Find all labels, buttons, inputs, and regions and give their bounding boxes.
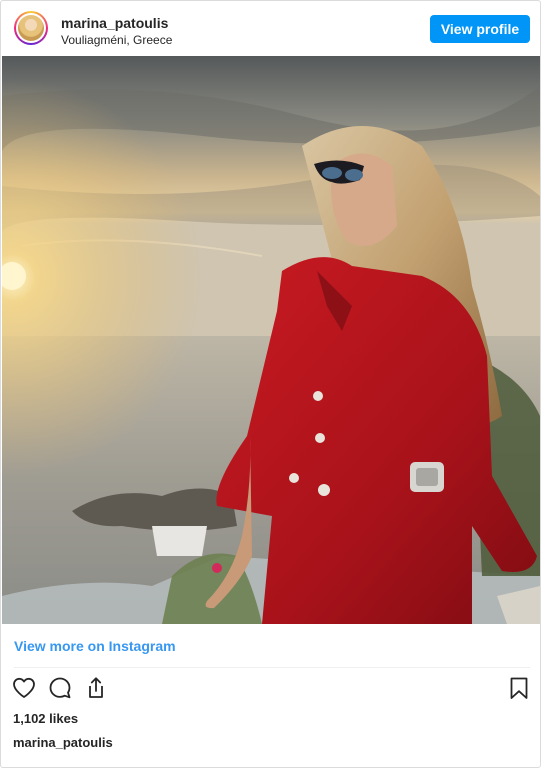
instagram-embed-card: marina_patoulis Vouliagméni, Greece View…: [0, 0, 541, 768]
action-bar: [1, 675, 540, 703]
avatar[interactable]: [14, 11, 48, 45]
caption-username[interactable]: marina_patoulis: [13, 735, 113, 750]
avatar-image: [18, 15, 44, 41]
comment-icon[interactable]: [47, 675, 73, 701]
post-header: marina_patoulis Vouliagméni, Greece View…: [1, 1, 540, 56]
heart-icon[interactable]: [11, 675, 37, 701]
post-photo-image: [2, 56, 540, 624]
share-icon[interactable]: [83, 675, 109, 701]
divider: [14, 667, 530, 668]
bookmark-icon[interactable]: [506, 675, 532, 701]
likes-count[interactable]: 1,102 likes: [13, 711, 78, 726]
username-link[interactable]: marina_patoulis: [61, 15, 168, 31]
view-more-on-instagram-link[interactable]: View more on Instagram: [14, 638, 176, 654]
location-link[interactable]: Vouliagméni, Greece: [61, 33, 172, 47]
post-photo[interactable]: [2, 56, 540, 624]
view-profile-button[interactable]: View profile: [430, 15, 530, 43]
